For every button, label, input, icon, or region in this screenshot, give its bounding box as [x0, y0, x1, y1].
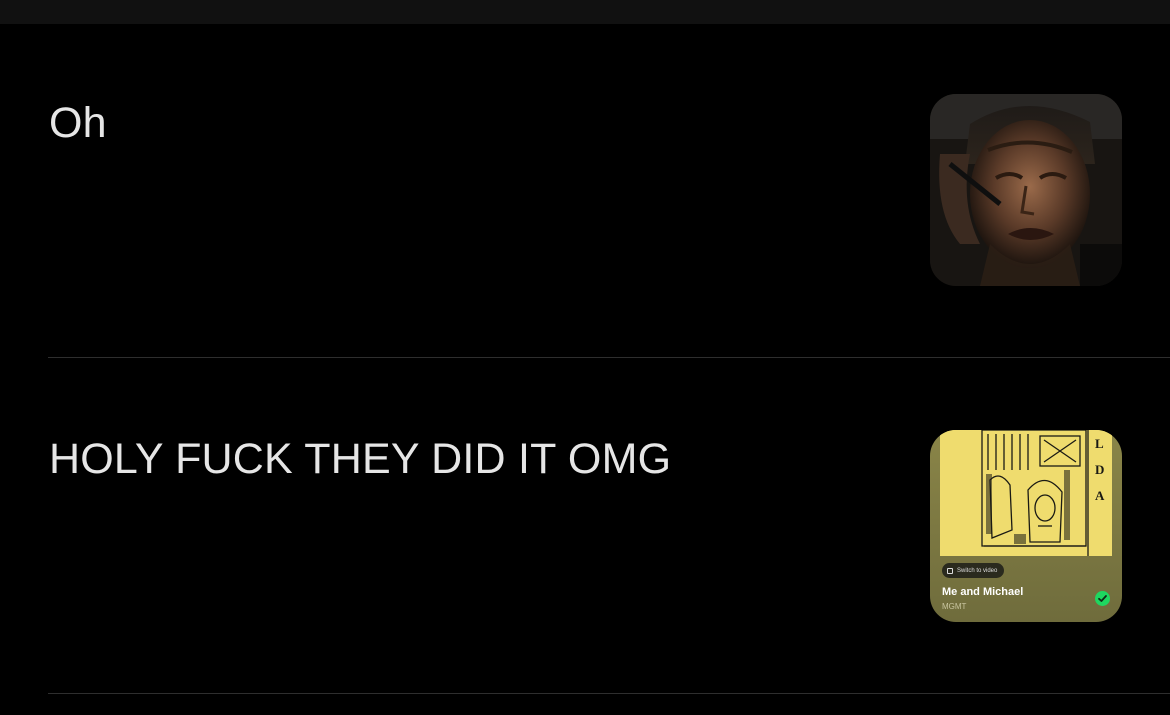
post-image-thumbnail[interactable] — [930, 94, 1122, 286]
switch-to-video-button[interactable]: Switch to video — [942, 563, 1005, 578]
top-bar — [0, 0, 1170, 24]
song-artist: MGMT — [942, 602, 967, 611]
checkmark-icon — [1098, 595, 1107, 602]
music-card[interactable]: L D A Switch to video Me and Michael MGM… — [930, 430, 1122, 622]
cover-letter: A — [1095, 488, 1105, 503]
post-item[interactable]: Oh — [0, 24, 1170, 358]
switch-to-video-label: Switch to video — [957, 567, 998, 574]
cover-letter: D — [1095, 462, 1104, 477]
album-cover: L D A — [940, 430, 1112, 556]
video-icon — [947, 567, 953, 574]
movie-still-icon — [930, 94, 1122, 286]
post-text: HOLY FUCK THEY DID IT OMG — [49, 435, 672, 483]
post-text: Oh — [49, 99, 107, 147]
album-cover-art-icon: L D A — [940, 430, 1112, 556]
song-title: Me and Michael — [942, 586, 1024, 598]
cover-letter: L — [1095, 436, 1104, 451]
post-item[interactable]: HOLY FUCK THEY DID IT OMG L D A Switch t… — [0, 358, 1170, 694]
check-circle-icon[interactable] — [1095, 591, 1110, 606]
post-divider — [48, 693, 1170, 694]
